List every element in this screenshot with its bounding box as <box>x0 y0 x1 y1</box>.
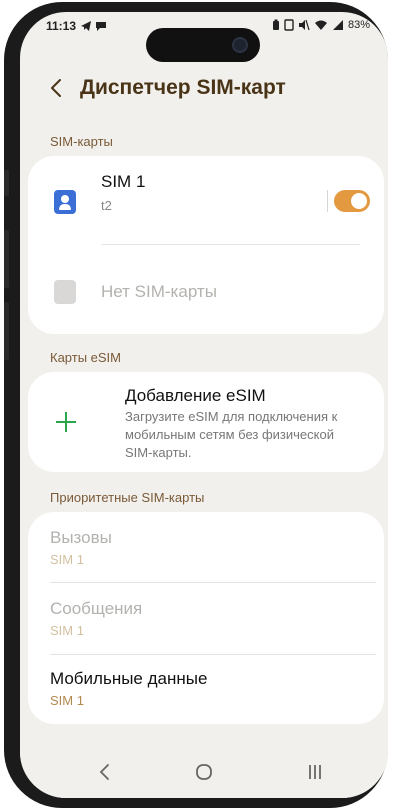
sim-card-icon <box>54 190 76 214</box>
calls-value: SIM 1 <box>50 552 84 567</box>
app-header: Диспетчер SIM-карт <box>20 70 388 110</box>
section-priority: Приоритетные SIM-карты <box>50 490 205 505</box>
sim-card-empty-icon <box>54 280 76 304</box>
sim-cards-card: SIM 1 t2 Нет SIM-карты <box>28 156 384 334</box>
battery-saver-icon <box>272 19 279 30</box>
mute-icon <box>298 19 310 31</box>
messages-label: Сообщения <box>50 599 143 618</box>
sim1-toggle[interactable] <box>334 190 370 212</box>
back-arrow-icon[interactable] <box>46 76 68 100</box>
nav-home-icon[interactable] <box>189 760 219 784</box>
status-time: 11:13 <box>46 19 77 33</box>
section-esim: Карты eSIM <box>50 350 121 365</box>
calls-label: Вызовы <box>50 528 112 547</box>
no-sim-label: Нет SIM-карты <box>101 282 217 301</box>
mobile-data-value: SIM 1 <box>50 693 84 708</box>
navigation-bar <box>20 744 388 798</box>
toggle-divider <box>327 190 328 212</box>
add-esim-title: Добавление eSIM <box>125 386 266 405</box>
mobile-data-row[interactable]: Мобильные данные SIM 1 <box>28 655 384 724</box>
side-button <box>4 170 9 196</box>
phone-frame: 11:13 83% Диспетчер SIM-карт SIM-карты S… <box>4 2 388 808</box>
front-camera <box>232 37 248 53</box>
screen: 11:13 83% Диспетчер SIM-карт SIM-карты S… <box>20 12 388 798</box>
toggle-knob <box>351 193 367 209</box>
volume-up-button <box>4 230 9 288</box>
mobile-data-label: Мобильные данные <box>50 669 208 688</box>
priority-card: Вызовы SIM 1 Сообщения SIM 1 Мобильные д… <box>28 512 384 724</box>
no-sim-row: Нет SIM-карты <box>28 245 384 333</box>
plus-icon <box>56 412 76 432</box>
camera-island <box>146 28 260 62</box>
volume-down-button <box>4 302 9 360</box>
add-esim-card[interactable]: Добавление eSIM Загрузите eSIM для подкл… <box>28 372 384 472</box>
page-title: Диспетчер SIM-карт <box>80 76 286 99</box>
telegram-icon <box>81 21 91 31</box>
sim1-row[interactable]: SIM 1 t2 <box>28 156 384 244</box>
nav-back-icon[interactable] <box>90 760 120 784</box>
notification-icon <box>284 19 294 31</box>
section-sim-cards: SIM-карты <box>50 134 113 149</box>
sim1-name: SIM 1 <box>101 172 146 191</box>
messages-row: Сообщения SIM 1 <box>28 583 384 653</box>
add-esim-description: Загрузите eSIM для подключения к мобильн… <box>125 409 338 460</box>
chat-icon <box>96 22 106 31</box>
calls-row: Вызовы SIM 1 <box>28 512 384 582</box>
signal-icon <box>332 20 343 30</box>
wifi-icon <box>314 20 327 30</box>
battery-level: 83% <box>347 19 370 31</box>
sim1-operator: t2 <box>101 198 112 213</box>
nav-recent-apps-icon[interactable] <box>300 760 330 784</box>
messages-value: SIM 1 <box>50 623 84 638</box>
